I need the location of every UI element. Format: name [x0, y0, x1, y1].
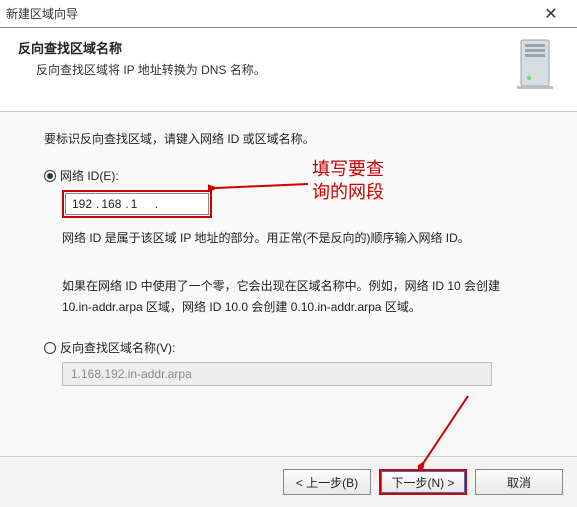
wizard-header: 反向查找区域名称 反向查找区域将 IP 地址转换为 DNS 名称。 — [0, 28, 577, 112]
zero-desc: 如果在网络 ID 中使用了一个零，它会出现在区域名称中。例如，网络 ID 10 … — [62, 276, 533, 317]
zone-name-input: 1.168.192.in-addr.arpa — [62, 362, 492, 386]
network-id-input-highlight: 192. 168. 1 . — [62, 190, 212, 218]
window-title: 新建区域向导 — [6, 5, 531, 22]
header-title: 反向查找区域名称 — [18, 38, 511, 57]
button-row: < 上一步(B) 下一步(N) > 取消 — [0, 457, 577, 507]
back-button-label: < 上一步(B) — [296, 474, 358, 491]
ip-octet-3[interactable]: 1 — [131, 197, 153, 211]
cancel-button-label: 取消 — [507, 474, 531, 491]
radio-network-id[interactable]: 网络 ID(E): — [44, 167, 533, 184]
close-button[interactable]: ✕ — [531, 3, 571, 25]
ip-octet-1[interactable]: 192 — [72, 197, 94, 211]
header-desc: 反向查找区域将 IP 地址转换为 DNS 名称。 — [18, 61, 511, 78]
radio-unselected-icon — [44, 342, 56, 354]
network-id-desc: 网络 ID 是属于该区域 IP 地址的部分。用正常(不是反向的)顺序输入网络 I… — [62, 228, 533, 248]
titlebar: 新建区域向导 ✕ — [0, 0, 577, 28]
radio-selected-icon — [44, 170, 56, 182]
instruction-text: 要标识反向查找区域，请键入网络 ID 或区域名称。 — [44, 130, 533, 147]
ip-octet-4[interactable] — [175, 197, 197, 211]
ip-octet-2[interactable]: 168 — [101, 197, 123, 211]
server-icon — [511, 38, 559, 93]
back-button[interactable]: < 上一步(B) — [283, 469, 371, 495]
radio-zone-name[interactable]: 反向查找区域名称(V): — [44, 339, 533, 356]
cancel-button[interactable]: 取消 — [475, 469, 563, 495]
radio-network-label: 网络 ID(E): — [60, 167, 119, 184]
wizard-content: 要标识反向查找区域，请键入网络 ID 或区域名称。 网络 ID(E): 192.… — [0, 112, 577, 396]
radio-zone-label: 反向查找区域名称(V): — [60, 339, 175, 356]
close-icon: ✕ — [544, 4, 557, 24]
next-button-label: 下一步(N) > — [391, 474, 454, 491]
network-id-input[interactable]: 192. 168. 1 . — [65, 193, 209, 215]
next-button[interactable]: 下一步(N) > — [379, 469, 467, 495]
